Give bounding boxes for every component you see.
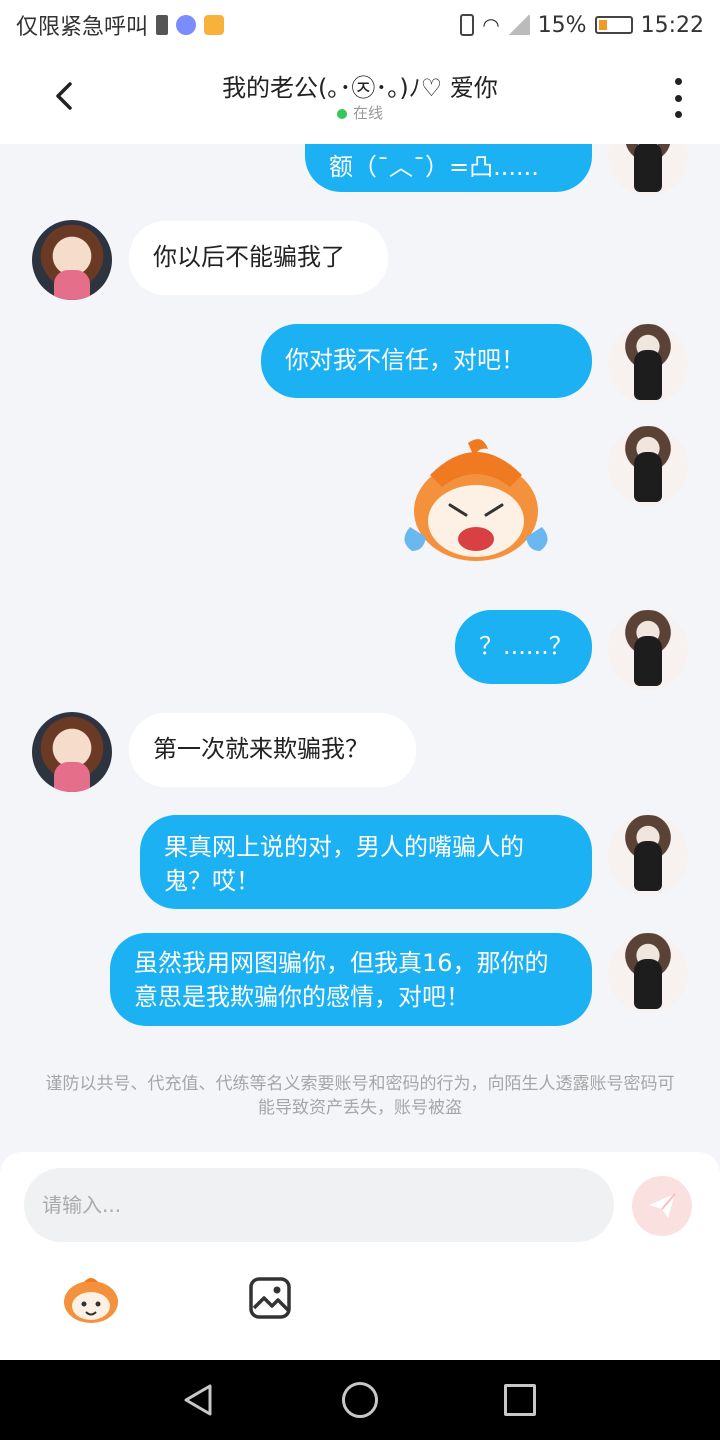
my-avatar[interactable] (608, 933, 688, 1013)
menu-dot (674, 94, 682, 102)
system-nav-bar (0, 1360, 720, 1440)
nav-back-icon[interactable] (180, 1382, 216, 1418)
message-bubble[interactable]: 你以后不能骗我了 (129, 221, 388, 295)
music-app-icon (176, 15, 197, 35)
status-bar: 仅限紧急呼叫 ◠ 15% 15:22 (0, 0, 720, 50)
message-composer (0, 1152, 720, 1360)
send-button[interactable] (632, 1176, 692, 1236)
message-bubble[interactable]: 虽然我用网图骗你，但我真16，那你的意思是我欺骗你的感情，对吧！ (110, 933, 592, 1026)
sim-icon (156, 15, 169, 35)
nav-home-icon[interactable] (342, 1382, 378, 1418)
menu-dot (674, 111, 682, 118)
battery-icon (594, 16, 633, 34)
nav-recents-icon[interactable] (504, 1384, 536, 1416)
battery-percent: 15% (537, 12, 587, 38)
message-bubble[interactable]: ？......？ (455, 610, 592, 684)
online-label: 在线 (352, 104, 383, 122)
message-input[interactable] (24, 1168, 614, 1242)
vibrate-icon (460, 14, 475, 36)
message-bubble[interactable]: 你对我不信任，对吧！ (261, 324, 592, 398)
security-warning: 谨防以共号、代充值、代练等名义索要账号和密码的行为，向陌生人透露账号密码可能导致… (45, 1074, 675, 1118)
online-dot (336, 108, 347, 119)
mascot-emoji-icon[interactable] (62, 1274, 120, 1324)
online-status: 在线 (0, 102, 720, 123)
crying-mascot-sticker[interactable] (390, 435, 562, 565)
more-menu-button[interactable] (668, 78, 688, 118)
my-avatar[interactable] (608, 610, 688, 690)
my-avatar[interactable] (608, 144, 688, 196)
message-bubble[interactable]: 第一次就来欺骗我？ (129, 713, 416, 787)
clock: 15:22 (640, 12, 704, 38)
contact-avatar[interactable] (32, 712, 112, 792)
paper-plane-icon (649, 1193, 676, 1218)
chat-header: 我的老公(｡･㉨･｡)ﾉ♡ 爱你 在线 (0, 50, 720, 144)
chat-title: 我的老公(｡･㉨･｡)ﾉ♡ 爱你 (222, 74, 498, 102)
chat-messages[interactable]: 额（¯︿¯）=凸...... 你以后不能骗我了 你对我不信任，对吧！ ？....… (0, 144, 720, 1154)
message-bubble[interactable]: 额（¯︿¯）=凸...... (305, 144, 592, 192)
carrier-text: 仅限紧急呼叫 (16, 15, 149, 40)
message-bubble[interactable]: 果真网上说的对，男人的嘴骗人的鬼？哎！ (140, 815, 592, 909)
signal-icon (507, 15, 530, 35)
status-right: ◠ 15% 15:22 (460, 13, 704, 38)
contact-avatar[interactable] (32, 220, 112, 300)
my-avatar[interactable] (608, 324, 688, 404)
status-left: 仅限紧急呼叫 (16, 9, 225, 41)
wifi-icon: ◠ (482, 13, 500, 37)
video-app-icon (204, 15, 225, 35)
my-avatar[interactable] (608, 815, 688, 895)
my-avatar[interactable] (608, 426, 688, 506)
image-icon[interactable] (248, 1276, 292, 1320)
menu-dot (674, 78, 682, 85)
